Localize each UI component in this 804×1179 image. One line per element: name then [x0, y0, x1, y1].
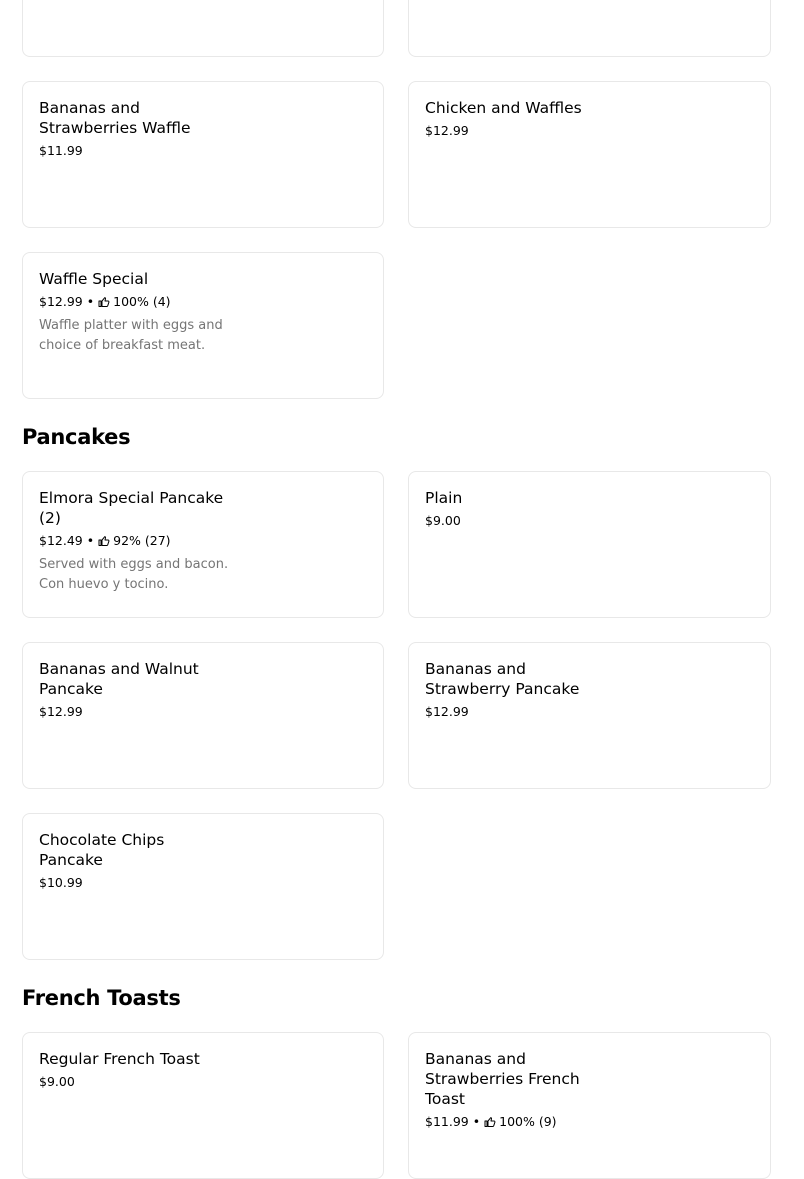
- meta-separator: •: [86, 294, 95, 309]
- item-meta: $9.00: [39, 1073, 367, 1091]
- item-name: Chicken and Waffles: [425, 99, 582, 117]
- item-price: $12.99: [39, 294, 83, 309]
- item-rating: 100% (9): [499, 1114, 557, 1129]
- item-price: $9.00: [425, 513, 461, 528]
- menu-item-card[interactable]: [408, 0, 771, 57]
- item-name: Waffle Special: [39, 270, 149, 288]
- item-price: $10.99: [39, 875, 83, 890]
- menu-item-elmora-special-pancake[interactable]: Elmora Special Pancake (2) $12.49 • 92% …: [22, 471, 384, 618]
- item-meta: $12.49 • 92% (27): [39, 532, 367, 550]
- menu-item-plain[interactable]: Plain $9.00: [408, 471, 771, 618]
- item-name: Chocolate Chips Pancake: [39, 831, 165, 869]
- item-rating: 92% (27): [113, 533, 171, 548]
- thumbs-up-icon: [484, 1117, 496, 1127]
- item-price: $9.00: [39, 1074, 75, 1089]
- item-name: Bananas and Strawberries French Toast: [425, 1050, 580, 1108]
- item-price: $12.99: [39, 704, 83, 719]
- item-meta: $10.99: [39, 874, 367, 892]
- item-price: $12.99: [425, 704, 469, 719]
- menu-item-waffle-special[interactable]: Waffle Special $12.99 • 100% (4) Waffle …: [22, 252, 384, 399]
- item-name: Regular French Toast: [39, 1050, 200, 1068]
- item-meta: $12.99 • 100% (4): [39, 293, 367, 311]
- menu-item-bananas-walnut-pancake[interactable]: Bananas and Walnut Pancake $12.99: [22, 642, 384, 789]
- section-title-pancakes: Pancakes: [22, 425, 131, 449]
- item-meta: $9.00: [425, 512, 754, 530]
- item-price: $12.99: [425, 123, 469, 138]
- item-price: $11.99: [425, 1114, 469, 1129]
- item-description: Waffle platter with eggs and choice of b…: [39, 318, 223, 353]
- item-price: $11.99: [39, 143, 83, 158]
- item-name: Bananas and Walnut Pancake: [39, 660, 199, 698]
- menu-item-bananas-strawberries-french-toast[interactable]: Bananas and Strawberries French Toast $1…: [408, 1032, 771, 1179]
- item-meta: $11.99 • 100% (9): [425, 1113, 754, 1131]
- thumbs-up-icon: [98, 536, 110, 546]
- item-name: Bananas and Strawberry Pancake: [425, 660, 580, 698]
- meta-separator: •: [86, 533, 95, 548]
- menu-item-regular-french-toast[interactable]: Regular French Toast $9.00: [22, 1032, 384, 1179]
- item-price: $12.49: [39, 533, 83, 548]
- item-meta: $11.99: [39, 142, 367, 160]
- item-meta: $12.99: [39, 703, 367, 721]
- item-name: Elmora Special Pancake (2): [39, 489, 224, 527]
- item-meta: $12.99: [425, 703, 754, 721]
- thumbs-up-icon: [98, 297, 110, 307]
- item-rating: 100% (4): [113, 294, 171, 309]
- item-meta: $12.99: [425, 122, 754, 140]
- menu-item-card[interactable]: [22, 0, 384, 57]
- meta-separator: •: [472, 1114, 481, 1129]
- item-description: Served with eggs and bacon. Con huevo y …: [39, 557, 229, 592]
- section-title-french-toasts: French Toasts: [22, 986, 181, 1010]
- item-name: Bananas and Strawberries Waffle: [39, 99, 191, 137]
- menu-item-chicken-and-waffles[interactable]: Chicken and Waffles $12.99: [408, 81, 771, 228]
- item-name: Plain: [425, 489, 463, 507]
- menu-item-bananas-strawberry-pancake[interactable]: Bananas and Strawberry Pancake $12.99: [408, 642, 771, 789]
- menu-item-bananas-strawberries-waffle[interactable]: Bananas and Strawberries Waffle $11.99: [22, 81, 384, 228]
- menu-item-chocolate-chips-pancake[interactable]: Chocolate Chips Pancake $10.99: [22, 813, 384, 960]
